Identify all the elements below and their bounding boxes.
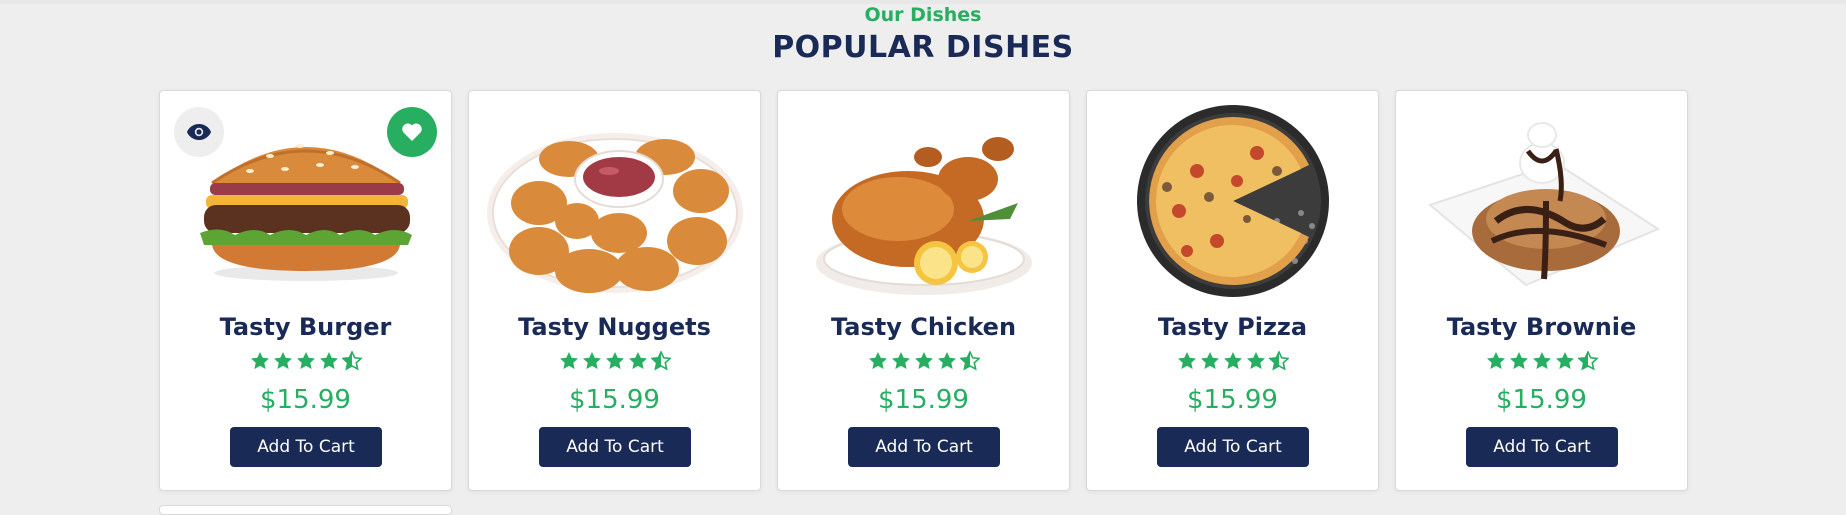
dish-name: Tasty Nuggets xyxy=(518,313,711,341)
star-icon xyxy=(605,352,624,369)
add-to-cart-button[interactable]: Add To Cart xyxy=(1157,427,1309,467)
dish-card: Tasty Nuggets $15.99 Add To Cart xyxy=(468,90,761,491)
roast-chicken-icon xyxy=(816,137,1032,295)
star-icon xyxy=(914,352,933,369)
star-half-icon xyxy=(1268,351,1289,371)
star-icon xyxy=(319,352,338,369)
star-icon xyxy=(582,352,601,369)
rating-stars xyxy=(1396,351,1687,371)
add-to-cart-button[interactable]: Add To Cart xyxy=(539,427,691,467)
section-eyebrow: Our Dishes xyxy=(864,4,982,26)
rating-stars xyxy=(1087,351,1378,371)
star-icon xyxy=(1177,352,1196,369)
pizza-icon xyxy=(1137,105,1329,297)
dish-name: Tasty Burger xyxy=(219,313,392,341)
star-icon xyxy=(937,352,956,369)
star-icon xyxy=(1486,352,1505,369)
dish-price: $15.99 xyxy=(878,385,969,415)
star-icon xyxy=(1509,352,1528,369)
star-icon xyxy=(1555,352,1574,369)
star-icon xyxy=(1246,352,1265,369)
dish-card: Tasty Pizza $15.99 Add To Cart xyxy=(1086,90,1379,491)
dish-card: Tasty Chicken $15.99 Add To Cart xyxy=(777,90,1070,491)
add-to-cart-button[interactable]: Add To Cart xyxy=(848,427,1000,467)
star-half-icon xyxy=(959,351,980,371)
dish-name: Tasty Pizza xyxy=(1157,313,1308,341)
section-title: POPULAR DISHES xyxy=(772,30,1074,65)
dish-name: Tasty Brownie xyxy=(1446,313,1637,341)
star-icon xyxy=(559,352,578,369)
star-icon xyxy=(891,352,910,369)
brownie-icon xyxy=(1427,122,1661,287)
dish-price: $15.99 xyxy=(1187,385,1278,415)
star-icon xyxy=(1223,352,1242,369)
star-half-icon xyxy=(1577,351,1598,371)
star-half-icon xyxy=(650,351,671,371)
dish-price: $15.99 xyxy=(1496,385,1587,415)
dish-card: Tasty Brownie $15.99 Add To Cart xyxy=(1395,90,1688,491)
add-to-cart-button[interactable]: Add To Cart xyxy=(1466,427,1618,467)
dish-card: Tasty Burger $15.99 Add To Cart xyxy=(159,90,452,491)
star-icon xyxy=(250,352,269,369)
dish-price: $15.99 xyxy=(569,385,660,415)
next-row-card-edge xyxy=(159,505,452,515)
star-icon xyxy=(1200,352,1219,369)
star-half-icon xyxy=(341,351,362,371)
dish-price: $15.99 xyxy=(260,385,351,415)
star-icon xyxy=(296,352,315,369)
star-icon xyxy=(628,352,647,369)
star-icon xyxy=(868,352,887,369)
dish-name: Tasty Chicken xyxy=(830,313,1017,341)
add-to-cart-button[interactable]: Add To Cart xyxy=(230,427,382,467)
burger-icon xyxy=(200,144,412,281)
rating-stars xyxy=(778,351,1069,371)
nuggets-icon xyxy=(487,133,743,293)
rating-stars xyxy=(160,351,451,371)
star-icon xyxy=(273,352,292,369)
star-icon xyxy=(1532,352,1551,369)
rating-stars xyxy=(469,351,760,371)
